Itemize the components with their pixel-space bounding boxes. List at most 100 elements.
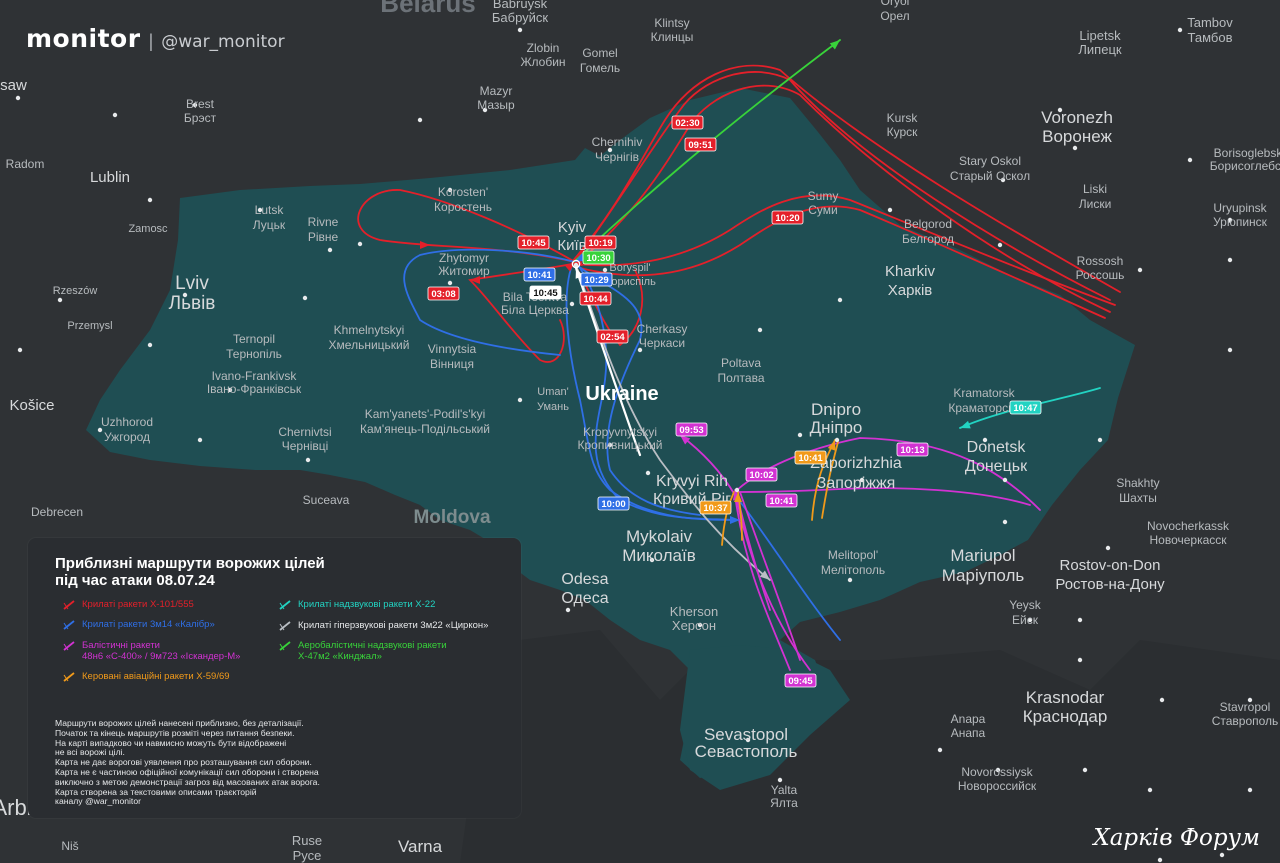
city-dot (569, 301, 575, 307)
city-dot (447, 280, 453, 286)
orange-missile-icon (63, 672, 75, 682)
city-dot (302, 295, 308, 301)
city-dot (847, 577, 853, 583)
city-label: Старый Оскол (950, 169, 1030, 183)
city-dot (1077, 657, 1083, 663)
time-tag: 10:37 (699, 500, 732, 515)
city-label: Odesa (561, 571, 608, 588)
city-dot (1137, 267, 1143, 273)
legend-item-zircon: Крилаті гіперзвукові ракети 3м22 «Циркон… (278, 620, 488, 632)
city-dot (112, 112, 118, 118)
city-label: Житомир (438, 264, 490, 278)
city-label: Chernihiv (592, 135, 643, 149)
city-label: Kursk (887, 111, 919, 125)
city-label: Одеса (561, 590, 608, 607)
city-label: Донецьк (965, 458, 1028, 475)
city-label: Liski (1083, 182, 1107, 196)
city-label: Липецк (1078, 42, 1122, 57)
city-dot (734, 487, 740, 493)
time-tag: 10:41 (765, 493, 798, 508)
city-label: Тернопіль (226, 347, 282, 361)
city-label: Voronezh (1041, 108, 1113, 127)
time-tag-text: 10:45 (533, 288, 558, 299)
time-tag-text: 10:37 (703, 503, 727, 514)
city-label: Melitopol' (828, 548, 878, 562)
city-label: Белгород (902, 232, 954, 246)
legend-panel: Приблизні маршрути ворожих цілей під час… (28, 538, 521, 818)
city-label: Gomel (582, 46, 617, 60)
city-label: Mykolaiv (626, 527, 693, 546)
city-label: Uman' (537, 386, 568, 398)
brand: monitor | @war_monitor (26, 24, 285, 53)
city-dot (1219, 852, 1225, 858)
city-label: Zamosc (128, 223, 168, 235)
city-dot (357, 241, 363, 247)
legend-title-line: під час атаки 08.07.24 (55, 572, 215, 589)
city-dot (645, 470, 651, 476)
city-label: Tambov (1187, 15, 1233, 30)
city-dot (1157, 857, 1163, 863)
legend-item-label: Х-47м2 «Кинджал» (298, 651, 382, 662)
city-label: Брэст (184, 111, 217, 125)
time-tag-text: 02:30 (675, 118, 699, 129)
country-label: Ukraine (585, 383, 658, 405)
time-tag: 10:45 (529, 285, 562, 300)
city-label: Курск (887, 125, 919, 139)
city-dot (1227, 257, 1233, 263)
watermark: Харків Форум (1093, 825, 1260, 851)
city-label: Клинцы (651, 30, 694, 44)
city-label: Radom (6, 157, 45, 171)
time-tag: 10:30 (582, 250, 615, 265)
time-tag-text: 10:00 (601, 499, 625, 510)
city-label: Кропивницький (577, 438, 662, 452)
city-label: Новочеркасск (1149, 533, 1227, 547)
city-label: Черкаси (639, 336, 685, 350)
time-tag-text: 10:41 (798, 453, 823, 464)
legend-title: Приблизні маршрути ворожих цілей під час… (55, 555, 495, 589)
city-dot (147, 342, 153, 348)
city-dot (887, 207, 893, 213)
city-label: Ruse (292, 833, 322, 848)
time-tag-text: 10:30 (586, 253, 610, 264)
city-label: Uryupinsk (1213, 201, 1267, 215)
city-label: Умань (537, 401, 569, 413)
city-label: Zlobin (527, 41, 560, 55)
city-label: Шахты (1119, 491, 1157, 505)
city-dot (1072, 145, 1078, 151)
city-label: Вінниця (430, 357, 474, 371)
city-label: Boryspil' (609, 262, 650, 274)
city-label: Brest (186, 97, 215, 111)
time-tag-text: 10:41 (527, 270, 552, 281)
city-label: Рівне (308, 230, 339, 244)
city-label: Біла Церква (501, 303, 569, 317)
city-label: Debrecen (31, 505, 83, 519)
city-label: Краснодар (1023, 707, 1108, 726)
city-dot (327, 247, 333, 253)
city-label: Przemysl (67, 320, 112, 332)
city-label: Кам'янець-Подільський (360, 422, 490, 436)
city-label: Ставрополь (1212, 714, 1279, 728)
city-label: Дніпро (810, 418, 863, 437)
legend-item-label: Керовані авіаційні ракети Х-59/69 (82, 671, 230, 682)
city-label: Кременчук (739, 381, 745, 383)
city-label: Ростов-на-Дону (1055, 576, 1165, 593)
city-label: Anapa (951, 712, 986, 726)
city-dot (1247, 787, 1253, 793)
legend-item-label: Крилаті надзвукові ракети Х-22 (298, 599, 436, 610)
time-tag-text: 10:44 (583, 294, 608, 305)
time-tag-text: 09:51 (688, 140, 713, 151)
city-label: Lipetsk (1079, 28, 1121, 43)
city-label: Varna (398, 837, 443, 856)
time-tag-text: 03:08 (431, 289, 455, 300)
city-label: Cherkasy (637, 322, 688, 336)
city-label: Stavropol (1220, 700, 1271, 714)
city-label: Тамбов (1188, 30, 1233, 45)
city-label: Київ (557, 237, 586, 254)
city-label: Rostov-on-Don (1060, 557, 1161, 574)
city-label: Novocherkassk (1147, 519, 1230, 533)
legend-note: Маршрути ворожих цілей нанесені приблизн… (55, 718, 495, 807)
city-dot (1002, 477, 1008, 483)
city-label: Dnipro (811, 400, 861, 419)
city-label: Rossosh (1077, 254, 1124, 268)
legend-title-line: Приблизні маршрути ворожих цілей (55, 555, 325, 572)
